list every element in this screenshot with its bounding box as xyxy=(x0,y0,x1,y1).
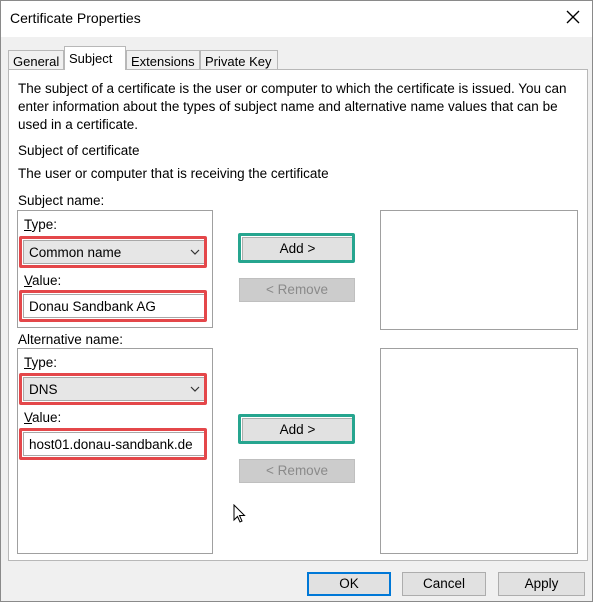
subject-value-highlight xyxy=(19,290,207,322)
subject-remove-button[interactable]: < Remove xyxy=(239,278,355,302)
alternative-add-highlight xyxy=(238,414,355,444)
tab-subject[interactable]: Subject xyxy=(64,46,126,70)
subject-description: The subject of a certificate is the user… xyxy=(18,81,567,132)
alternative-name-list[interactable] xyxy=(380,348,578,554)
subject-type-highlight xyxy=(19,236,207,268)
mouse-cursor-icon xyxy=(233,504,246,523)
certificate-properties-dialog: Certificate Properties General Subject E… xyxy=(0,0,593,602)
close-icon[interactable] xyxy=(564,8,582,26)
cancel-button[interactable]: Cancel xyxy=(402,572,486,596)
alternative-type-highlight xyxy=(19,373,207,405)
alternative-name-group-label: Alternative name: xyxy=(18,332,124,347)
alternative-remove-button[interactable]: < Remove xyxy=(239,459,355,483)
subject-value-label: Value: xyxy=(24,273,62,288)
tab-extensions[interactable]: Extensions xyxy=(126,50,200,70)
subject-add-highlight xyxy=(238,233,355,263)
subject-name-list[interactable] xyxy=(380,210,578,330)
subject-name-group-label: Subject name: xyxy=(18,193,105,208)
alternative-value-highlight xyxy=(19,428,207,460)
ok-button[interactable]: OK xyxy=(307,572,391,596)
subject-of-certificate-heading: Subject of certificate xyxy=(18,143,140,158)
title-bar: Certificate Properties xyxy=(1,1,592,37)
alternative-value-label: Value: xyxy=(24,410,62,425)
apply-button[interactable]: Apply xyxy=(498,572,585,596)
subject-subtext: The user or computer that is receiving t… xyxy=(18,166,329,181)
subject-type-label: Type: xyxy=(24,217,58,232)
tab-private-key[interactable]: Private Key xyxy=(200,50,278,70)
tab-general[interactable]: General xyxy=(8,50,64,70)
subject-tab-panel: The subject of a certificate is the user… xyxy=(8,69,588,561)
alternative-type-label: Type: xyxy=(24,355,58,370)
window-title: Certificate Properties xyxy=(10,10,141,26)
